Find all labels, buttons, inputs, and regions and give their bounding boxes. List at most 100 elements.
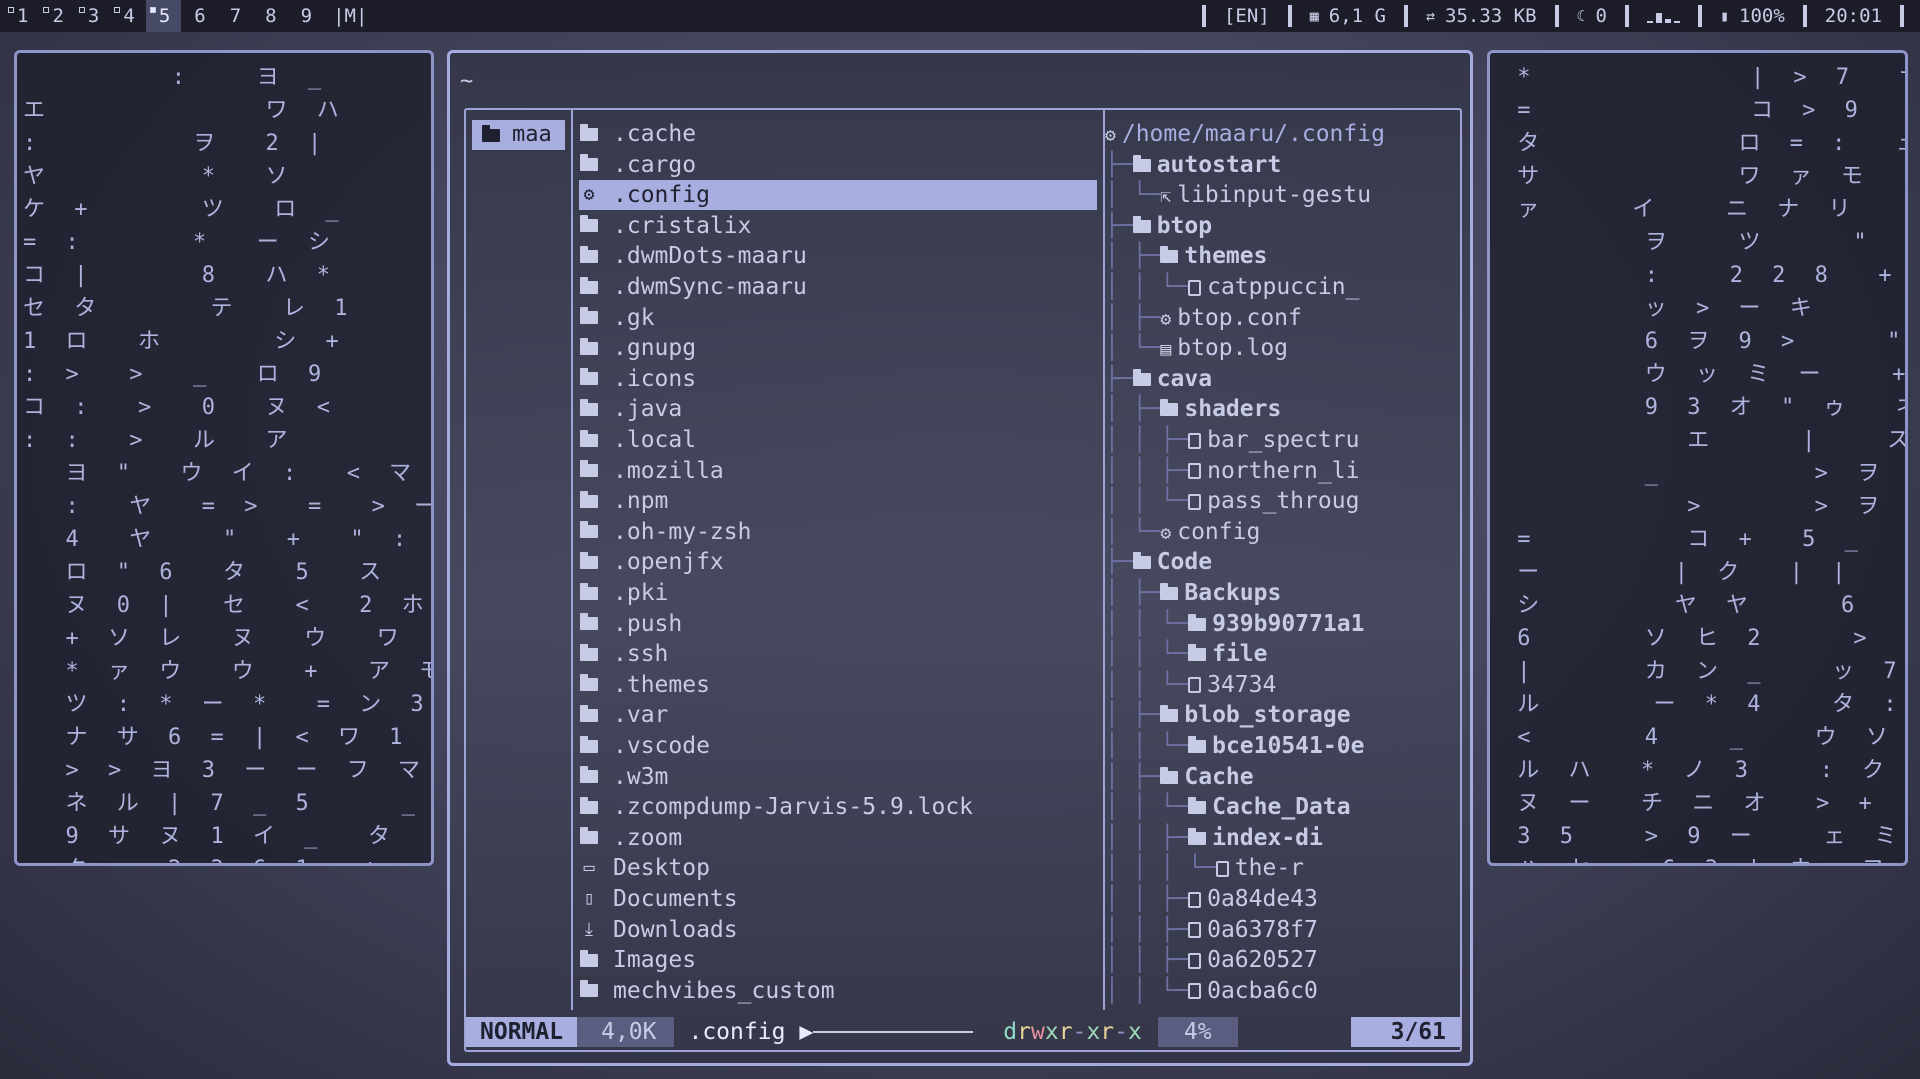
file-list-item[interactable]: .zcompdump-Jarvis-5.9.lock (579, 792, 1097, 822)
workspace-tag-8[interactable]: 8 (252, 0, 287, 32)
keyboard-layout[interactable]: [EN] (1206, 0, 1288, 32)
folder-icon (580, 245, 598, 263)
folder-icon (1132, 552, 1151, 570)
tree-branch: │ ├─ (1105, 702, 1161, 729)
file-list-item[interactable]: .oh-my-zsh (579, 517, 1097, 547)
tree-label: btop (1156, 212, 1213, 239)
file-list-item[interactable]: .mozilla (579, 456, 1097, 486)
file-list-item[interactable]: ▭ Desktop (579, 853, 1097, 883)
tree-label: blob_storage (1184, 702, 1351, 729)
file-list-item[interactable]: .java (579, 394, 1097, 424)
file-icon (1188, 891, 1202, 908)
terminal-window[interactable]: ~ maa .cache .cargo ⚙ .config .cristalix .dwm… (447, 50, 1473, 1066)
file-list-item[interactable]: .local (579, 425, 1097, 455)
matrix-terminal-left[interactable]: : ヨ _ エ ワ ハ : ヲ 2 | ヤ * ソ ケ + ツ ロ _ = : … (14, 50, 434, 866)
file-icon (1188, 677, 1202, 694)
matrix-rain: : ヨ _ エ ワ ハ : ヲ 2 | ヤ * ソ ケ + ツ ロ _ = : … (23, 65, 432, 863)
workspace-tag-2[interactable]: 2 (39, 0, 74, 32)
file-name: .cristalix (613, 212, 752, 239)
file-list-item[interactable]: .icons (579, 364, 1097, 394)
file-list-icon-wrap (579, 766, 605, 784)
file-size: 4,0K (577, 1017, 675, 1047)
file-list-item[interactable]: .var (579, 700, 1097, 730)
file-list-icon-wrap (579, 827, 605, 845)
tree-label: 0a84de43 (1207, 886, 1318, 912)
file-icon (1188, 493, 1202, 510)
folder-icon (1132, 215, 1151, 233)
file-list-icon-wrap (579, 521, 605, 539)
file-list-item[interactable]: .themes (579, 670, 1097, 700)
file-list-item[interactable]: .push (579, 609, 1097, 639)
play-arrow-icon: ▶ (799, 1019, 814, 1045)
workspace-tag-5[interactable]: 5 (145, 0, 182, 32)
file-list-item[interactable]: .cristalix (579, 211, 1097, 241)
tree-row: │ │ ├─ 0a620527 (1105, 945, 1460, 975)
volume-widget[interactable]: ☾ 0 (1559, 0, 1625, 32)
file-manager[interactable]: maa .cache .cargo ⚙ .config .cristalix .dwmDo… (464, 108, 1462, 1052)
file-list-item[interactable]: ⤓ Downloads (579, 915, 1097, 945)
file-name: .push (613, 610, 683, 637)
tree-label: libinput-gestu (1177, 182, 1372, 209)
file-list-item[interactable]: rtw88-dkms-git (579, 1006, 1097, 1010)
file-list-item[interactable]: Images (579, 945, 1097, 975)
tree-branch: │ │ ├─ (1105, 824, 1189, 851)
tree-row: │ │ └─ pass_throug (1105, 486, 1460, 516)
matrix-terminal-right[interactable]: * | > 7 サ * = コ > 9 | > タ ロ = : ュ " サ ワ … (1487, 50, 1908, 866)
parent-dir-pane[interactable]: maa (466, 110, 573, 1010)
file-list-item[interactable]: .dwmSync-maaru (579, 272, 1097, 302)
file-list-item[interactable]: .pki (579, 578, 1097, 608)
permission-char: - (1114, 1019, 1129, 1045)
folder-icon (580, 827, 598, 845)
file-list-item[interactable]: .zoom (579, 823, 1097, 853)
tree-row: │ ├─ blob_storage (1105, 700, 1460, 730)
workspace-tag-label: 9 (300, 5, 313, 27)
tree-label: Backups (1184, 580, 1282, 606)
workspace-tag-3[interactable]: 3 (75, 0, 110, 32)
file-list-icon-wrap (579, 398, 605, 416)
file-list-item[interactable]: .w3m (579, 762, 1097, 792)
workspace-tag-6[interactable]: 6 (181, 0, 216, 32)
tree-row: │ └─⚙ config (1105, 517, 1460, 547)
file-list-item[interactable]: .dwmDots-maaru (579, 241, 1097, 271)
permission-char: d (1003, 1019, 1018, 1045)
folder-icon (1160, 583, 1179, 600)
file-list-item[interactable]: ⚙ .config (579, 180, 1097, 211)
file-list-item[interactable]: .openjfx (579, 547, 1097, 577)
file-name: .ssh (613, 641, 669, 668)
tree-row: │ ├─⚙ btop.conf (1105, 303, 1460, 333)
file-name: .config (613, 182, 710, 209)
tree-branch: │ └─ (1105, 335, 1161, 362)
file-list-icon-wrap (579, 154, 605, 172)
layout-indicator[interactable]: |M| (333, 5, 367, 27)
workspace-tag-1[interactable]: 1 (4, 0, 39, 32)
tree-row: │ │ └─ bce10541-0e (1105, 731, 1460, 761)
file-list-icon-wrap (579, 980, 605, 998)
parent-dir-item[interactable]: maa (472, 120, 565, 150)
folder-icon (580, 398, 598, 416)
file-list-icon-wrap: ▯ (579, 884, 605, 914)
file-list-item[interactable]: mechvibes_custom (579, 976, 1097, 1006)
file-list-item[interactable]: .cache (579, 119, 1097, 149)
current-dir-pane[interactable]: .cache .cargo ⚙ .config .cristalix .dwmDots-m… (573, 110, 1105, 1010)
workspace-tag-label: 5 (158, 5, 171, 27)
workspace-tag-4[interactable]: 4 (110, 0, 145, 32)
file-name: .local (613, 427, 697, 453)
clock[interactable]: 20:01 (1807, 0, 1900, 32)
file-list-item[interactable]: .gnupg (579, 333, 1097, 363)
file-list-item[interactable]: .cargo (579, 150, 1097, 180)
tree-label: themes (1184, 243, 1268, 270)
tree-row: │ │ ├─ index-di (1105, 823, 1460, 853)
tree-row: │ │ └─ file (1105, 639, 1460, 669)
mode-indicator: NORMAL (466, 1017, 578, 1047)
file-name: .dwmDots-maaru (613, 243, 807, 270)
workspace-tag-7[interactable]: 7 (217, 0, 252, 32)
file-list-item[interactable]: .gk (579, 303, 1097, 333)
file-list-item[interactable]: .npm (579, 486, 1097, 516)
file-list-item[interactable]: .vscode (579, 731, 1097, 761)
file-list-item[interactable]: ▯ Documents (579, 884, 1097, 914)
file-name: .var (613, 702, 669, 729)
file-list-icon-wrap (579, 337, 605, 355)
network-value: 35.33 KB (1445, 5, 1537, 27)
workspace-tag-9[interactable]: 9 (288, 0, 323, 32)
file-list-item[interactable]: .ssh (579, 639, 1097, 669)
